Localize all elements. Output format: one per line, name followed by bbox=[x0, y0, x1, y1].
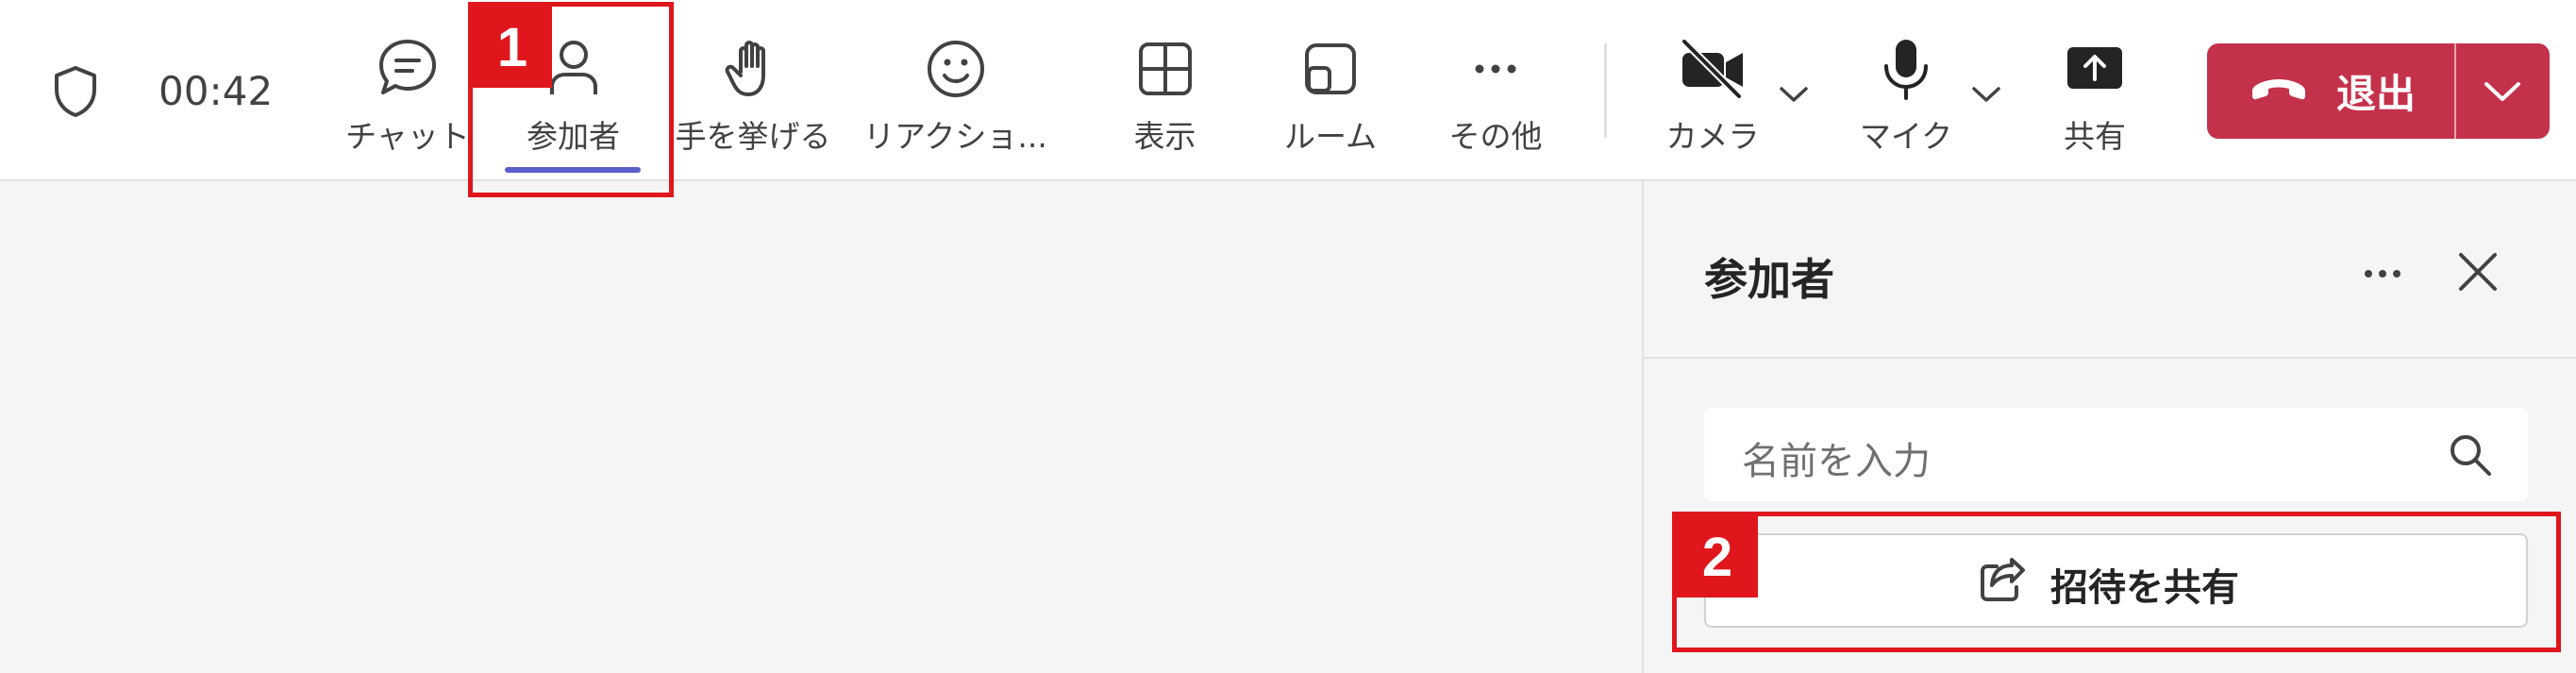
more-label: その他 bbox=[1448, 118, 1543, 155]
meeting-stage bbox=[0, 181, 1642, 673]
panel-title: 参加者 bbox=[1704, 254, 1834, 305]
rooms-label: ルーム bbox=[1283, 118, 1377, 155]
rooms-button[interactable]: ルーム bbox=[1269, 0, 1392, 179]
leave-options-chevron-icon[interactable] bbox=[2482, 77, 2523, 109]
reactions-button[interactable]: リアクショ... bbox=[859, 0, 1052, 179]
camera-options-chevron-icon[interactable] bbox=[1778, 83, 1810, 109]
close-icon[interactable] bbox=[2455, 249, 2501, 298]
view-label: 表示 bbox=[1133, 118, 1196, 155]
toolbar-divider bbox=[1604, 43, 1607, 138]
rooms-icon bbox=[1269, 36, 1392, 102]
chat-icon bbox=[332, 36, 483, 102]
share-screen-icon bbox=[2038, 36, 2151, 102]
chat-button[interactable]: チャット bbox=[332, 0, 483, 179]
mic-button[interactable]: マイク bbox=[1845, 0, 1967, 179]
meeting-timer: 00:42 bbox=[159, 68, 274, 114]
hang-up-icon bbox=[2249, 72, 2309, 113]
more-button[interactable]: その他 bbox=[1430, 0, 1562, 179]
search-placeholder: 名前を入力 bbox=[1742, 440, 1931, 483]
hand-icon bbox=[672, 36, 834, 102]
raise-hand-label: 手を挙げる bbox=[675, 118, 831, 155]
annotation-number-1: 1 bbox=[473, 7, 552, 88]
annotation-box-2 bbox=[1672, 512, 2561, 652]
mic-label: マイク bbox=[1859, 118, 1953, 155]
view-button[interactable]: 表示 bbox=[1106, 0, 1224, 179]
panel-divider bbox=[1644, 357, 2576, 359]
chat-label: チャット bbox=[345, 118, 470, 155]
ellipsis-icon bbox=[1430, 36, 1562, 102]
panel-more-icon[interactable] bbox=[2359, 255, 2406, 296]
mic-options-chevron-icon[interactable] bbox=[1970, 83, 2002, 109]
raise-hand-button[interactable]: 手を挙げる bbox=[672, 0, 834, 179]
annotation-number-2: 2 bbox=[1677, 516, 1758, 597]
share-label: 共有 bbox=[2064, 118, 2126, 155]
camera-off-icon bbox=[1651, 36, 1774, 102]
search-icon[interactable] bbox=[2446, 430, 2495, 483]
grid-icon bbox=[1106, 36, 1224, 102]
camera-button[interactable]: カメラ bbox=[1651, 0, 1774, 179]
smiley-icon bbox=[859, 36, 1052, 102]
reactions-label: リアクショ... bbox=[863, 118, 1047, 155]
camera-label: カメラ bbox=[1665, 118, 1760, 155]
leave-label: 退出 bbox=[2336, 71, 2417, 117]
share-button[interactable]: 共有 bbox=[2038, 0, 2151, 179]
shield-icon[interactable] bbox=[51, 64, 100, 123]
leave-split-divider bbox=[2454, 43, 2456, 139]
microphone-icon bbox=[1845, 36, 1967, 102]
